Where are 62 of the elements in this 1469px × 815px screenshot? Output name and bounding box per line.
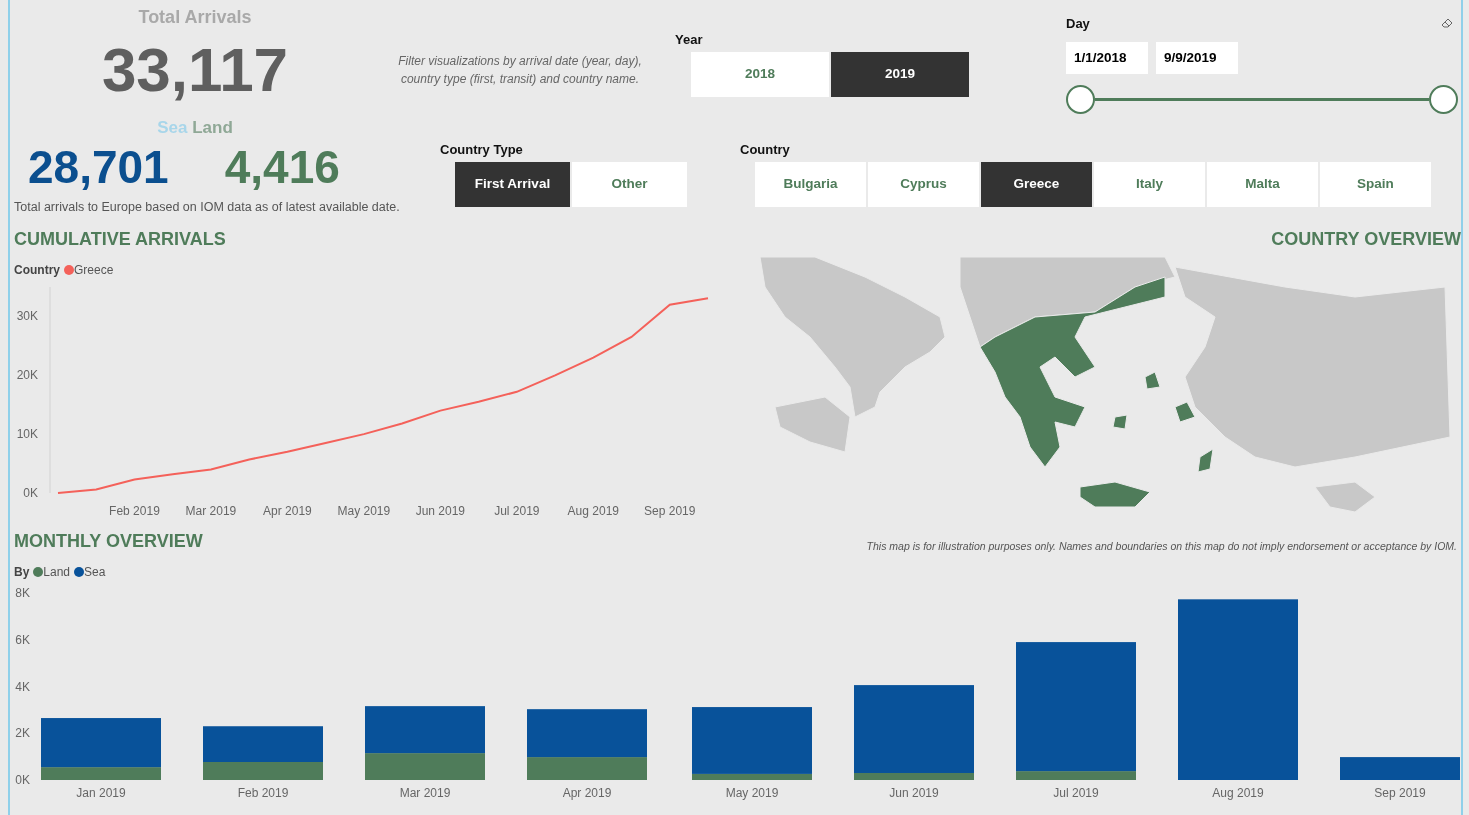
- legend-title: Country: [14, 263, 60, 277]
- axis-label: 10K: [16, 427, 38, 442]
- filter-option[interactable]: Greece: [981, 161, 1092, 207]
- axis-label: Feb 2019: [237, 786, 289, 800]
- filter-option[interactable]: Spain: [1320, 161, 1431, 207]
- axis-label: 0K: [23, 486, 38, 500]
- axis-label: 4K: [15, 679, 30, 694]
- kpi-value: 4,416: [224, 144, 340, 190]
- axis-label: 30K: [16, 309, 38, 324]
- axis-label: Jan 2019: [76, 786, 126, 800]
- filter-label: Day: [1066, 15, 1090, 33]
- axis-label: Jul 2019: [494, 504, 540, 518]
- filter-option[interactable]: Italy: [1094, 161, 1205, 207]
- axis-label: May 2019: [337, 504, 391, 518]
- filter-option[interactable]: Bulgaria: [755, 161, 866, 207]
- filter-note: Filter visualizations by arrival date (year, day), country type (first, transit) and country name.: [397, 53, 643, 88]
- legend-label: Sea: [84, 565, 106, 579]
- legend-label: Land: [43, 565, 71, 579]
- slider-handle[interactable]: [1429, 84, 1458, 114]
- axis-label: May 2019: [725, 786, 779, 800]
- kpi-value: 28,701: [28, 144, 169, 190]
- section-title: MONTHLY OVERVIEW: [14, 530, 203, 553]
- filter-label: Year: [675, 31, 704, 49]
- axis-label: 6K: [15, 632, 30, 647]
- axis-label: Mar 2019: [185, 504, 237, 518]
- section-title: COUNTRY OVERVIEW: [1271, 228, 1461, 251]
- start-date-field[interactable]: 1/1/2018: [1066, 41, 1148, 74]
- kpi-caption: Total arrivals to Europe based on IOM data as of latest available date.: [14, 199, 401, 216]
- axis-label: Aug 2019: [1212, 786, 1264, 800]
- axis-label: Apr 2019: [263, 504, 312, 518]
- filter-option[interactable]: 2019: [831, 51, 969, 97]
- axis-label: Apr 2019: [562, 786, 612, 800]
- kpi-value: 33,117: [101, 35, 289, 104]
- legend-label: Greece: [74, 263, 114, 277]
- legend-label: Sea: [157, 118, 188, 137]
- axis-label: Feb 2019: [109, 504, 160, 518]
- axis-label: Sep 2019: [644, 504, 696, 518]
- end-date-field[interactable]: 9/9/2019: [1156, 41, 1238, 74]
- filter-option[interactable]: Other: [572, 161, 687, 207]
- axis-label: Mar 2019: [399, 786, 451, 800]
- filter-option[interactable]: 2018: [691, 51, 829, 97]
- axis-label: 20K: [16, 368, 38, 383]
- kpi-title: Total Arrivals: [137, 6, 253, 29]
- axis-label: Jun 2019: [889, 786, 939, 800]
- axis-label: Jun 2019: [415, 504, 466, 518]
- filter-label: Country Type: [440, 141, 524, 159]
- legend-label: Land: [192, 118, 233, 137]
- axis-label: Aug 2019: [567, 504, 619, 518]
- axis-label: Sep 2019: [1374, 786, 1426, 800]
- filter-label: Country: [740, 141, 791, 159]
- eraser-icon[interactable]: [1441, 17, 1454, 29]
- filter-option[interactable]: First Arrival: [455, 161, 570, 207]
- axis-label: Jul 2019: [1053, 786, 1099, 800]
- axis-label: 0K: [15, 773, 30, 787]
- slider-handle[interactable]: [1066, 84, 1095, 114]
- axis-label: 8K: [15, 586, 30, 600]
- filter-option[interactable]: Cyprus: [868, 161, 979, 207]
- section-title: CUMULATIVE ARRIVALS: [14, 228, 227, 251]
- filter-option[interactable]: Malta: [1207, 161, 1318, 207]
- legend-title: By: [14, 565, 30, 579]
- axis-label: 2K: [15, 726, 30, 741]
- map-disclaimer: This map is for illustration purposes only. Names and boundaries on this map do not imply endorsement or acceptance by IOM.: [866, 539, 1457, 555]
